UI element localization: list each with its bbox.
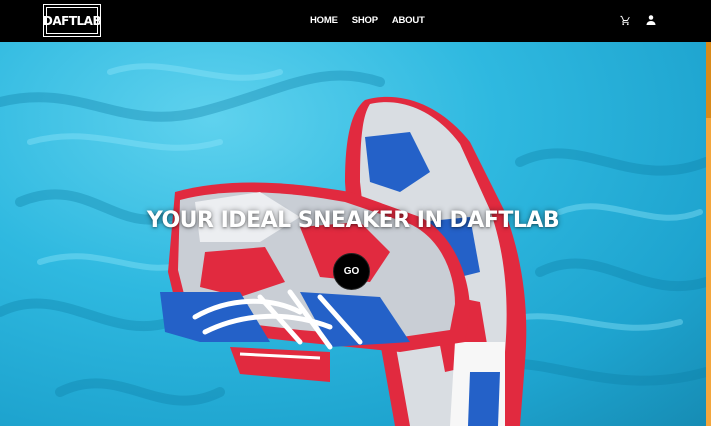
main-nav: HOME SHOP ABOUT xyxy=(310,15,425,26)
site-header: DAFTLAB HOME SHOP ABOUT xyxy=(0,0,711,42)
hero-image xyxy=(0,63,706,426)
logo-text: DAFTLAB xyxy=(42,13,102,28)
logo-frame: DAFTLAB xyxy=(42,7,102,34)
brand-logo[interactable]: DAFTLAB xyxy=(42,4,102,37)
nav-shop[interactable]: SHOP xyxy=(352,15,378,26)
cart-icon[interactable] xyxy=(620,15,631,26)
scrollbar-thumb[interactable] xyxy=(706,42,711,118)
hero-banner: YOUR IDEAL SNEAKER IN DAFTLAB GO xyxy=(0,42,706,426)
hero-headline: YOUR IDEAL SNEAKER IN DAFTLAB xyxy=(146,208,560,233)
nav-home[interactable]: HOME xyxy=(310,15,338,26)
user-icon[interactable] xyxy=(645,14,657,26)
go-button[interactable]: GO xyxy=(333,253,370,290)
header-icons xyxy=(620,14,657,26)
nav-about[interactable]: ABOUT xyxy=(392,15,425,26)
